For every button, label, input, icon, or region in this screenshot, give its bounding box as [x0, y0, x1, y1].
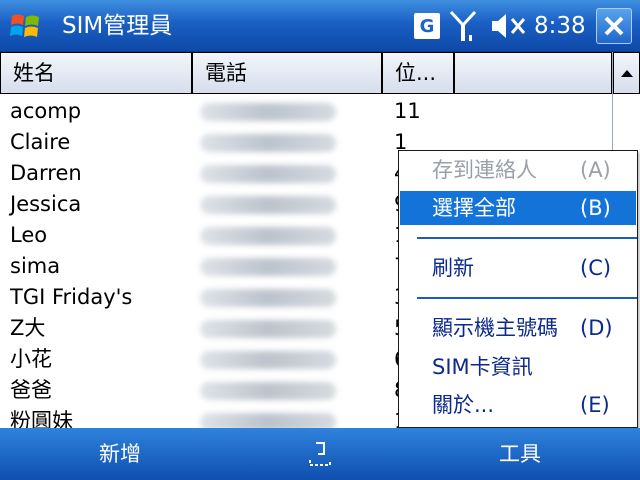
contact-name: 小花 — [10, 347, 52, 371]
menu-item-about[interactable]: 關於... (E) — [400, 388, 636, 422]
column-header-phone[interactable]: 電話 — [192, 52, 382, 94]
contact-name: TGI Friday's — [10, 285, 133, 309]
menu-item-show-owner-number[interactable]: 顯示機主號碼 (D) — [400, 311, 636, 345]
contact-name: Claire — [10, 130, 71, 154]
title-bar: SIM管理員 G 8:38 — [0, 0, 640, 52]
softkey-bar: 新增 工具 — [0, 428, 640, 480]
contact-name: Z大 — [10, 316, 46, 340]
list-column-header: 姓名 電話 位... — [0, 52, 612, 94]
close-icon — [604, 16, 624, 36]
column-header-name[interactable]: 姓名 — [0, 52, 192, 94]
close-button[interactable] — [596, 8, 632, 44]
table-row[interactable]: acomp 11 — [0, 96, 612, 127]
arrow-up-icon — [620, 70, 633, 77]
volume-muted-icon[interactable] — [490, 8, 528, 44]
softkey-new[interactable]: 新增 — [0, 428, 240, 480]
phone-number-blurred — [200, 134, 336, 152]
softkey-tools[interactable]: 工具 — [400, 428, 640, 480]
app-title: SIM管理員 — [62, 13, 173, 39]
menu-item-refresh[interactable]: 刷新 (C) — [400, 251, 636, 285]
g-network-icon[interactable]: G — [414, 13, 440, 39]
contact-name: 爸爸 — [10, 378, 52, 402]
contact-name: Jessica — [10, 192, 82, 216]
contact-name: acomp — [10, 99, 82, 123]
phone-number-blurred — [200, 165, 336, 183]
menu-item-select-all[interactable]: 選擇全部 (B) — [400, 191, 636, 225]
menu-separator — [417, 237, 637, 239]
phone-number-blurred — [200, 351, 336, 369]
sim-location: 11 — [394, 99, 421, 123]
contact-name: sima — [10, 254, 61, 278]
phone-number-blurred — [200, 227, 336, 245]
phone-number-blurred — [200, 196, 336, 214]
phone-number-blurred — [200, 258, 336, 276]
keyboard-sip-icon — [309, 442, 331, 466]
contact-name: Darren — [10, 161, 82, 185]
contact-name: Leo — [10, 223, 48, 247]
tools-context-menu: 存到連絡人 (A) 選擇全部 (B) 刷新 (C) 顯示機主號碼 (D) SIM… — [398, 150, 638, 428]
column-header-location[interactable]: 位... — [382, 52, 454, 94]
signal-strength-icon[interactable] — [448, 8, 478, 44]
phone-number-blurred — [200, 289, 336, 307]
input-panel-toggle[interactable] — [300, 436, 340, 472]
phone-number-blurred — [200, 413, 336, 428]
phone-number-blurred — [200, 103, 336, 121]
column-header-extra[interactable] — [454, 52, 612, 94]
contact-name: 粉圓妹 — [10, 409, 73, 428]
clock[interactable]: 8:38 — [534, 10, 586, 42]
scroll-up-button[interactable] — [613, 52, 640, 94]
phone-number-blurred — [200, 320, 336, 338]
phone-number-blurred — [200, 382, 336, 400]
menu-separator — [417, 297, 637, 299]
start-menu-windows-icon[interactable] — [8, 8, 44, 44]
menu-item-sim-info[interactable]: SIM卡資訊 — [400, 350, 636, 384]
menu-item-save-to-contacts[interactable]: 存到連絡人 (A) — [400, 153, 636, 187]
